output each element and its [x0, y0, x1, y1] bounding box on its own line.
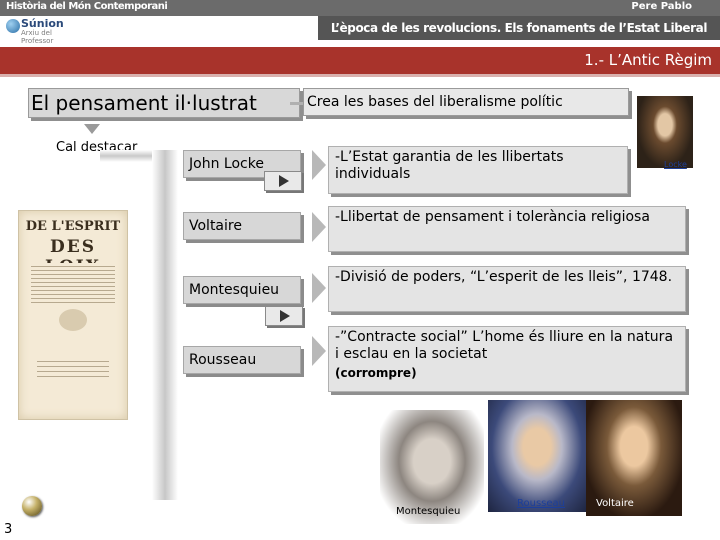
arrow-right-icon [312, 212, 326, 242]
arrow-right-icon [312, 150, 326, 180]
play-icon [280, 310, 290, 322]
thinker-desc-rousseau: -”Contracte social” L’home és lliure en … [328, 326, 686, 392]
play-button-montesquieu[interactable] [265, 306, 303, 326]
book-title-line1: DE L'ESPRIT [25, 219, 121, 234]
thinker-note-rousseau: (corrompre) [335, 366, 417, 380]
heading-box: El pensament il·lustrat [28, 88, 300, 118]
book-image: DE L'ESPRIT DES LOIX [18, 210, 128, 420]
thinker-desc-montesquieu: -Divisió de poders, “L’esperit de les ll… [328, 266, 686, 312]
thinker-name-montesquieu: Montesquieu [183, 276, 301, 304]
heading-connector [290, 102, 304, 105]
nav-sphere-button[interactable] [22, 496, 42, 516]
voltaire-caption: Voltaire [596, 498, 634, 509]
thinker-name-voltaire: Voltaire [183, 212, 301, 240]
vertical-bar [152, 150, 178, 500]
book-imprint-lines [37, 357, 109, 377]
globe-icon [6, 19, 20, 33]
rousseau-portrait [488, 400, 586, 512]
arrow-right-icon [312, 273, 326, 303]
thinker-name-rousseau: Rousseau [183, 346, 301, 374]
book-text-lines [31, 263, 115, 303]
play-button-locke[interactable] [264, 171, 302, 191]
author-name: Pere Pablo [631, 1, 692, 12]
section-band-shadow [0, 74, 720, 77]
thinker-desc-locke: -L’Estat garantia de les llibertats indi… [328, 146, 628, 194]
course-title: Història del Món Contemporani [6, 1, 168, 12]
thinker-desc-rousseau-text: -”Contracte social” L’home és lliure en … [335, 329, 674, 362]
arrow-right-icon [312, 336, 326, 366]
down-arrow-icon [84, 124, 100, 134]
top-bar: Història del Món Contemporani Pere Pablo [0, 0, 720, 16]
book-ornament [59, 309, 87, 331]
montesquieu-caption: Montesquieu [396, 506, 461, 517]
slide-subtitle: L’època de les revolucions. Els fonament… [318, 16, 720, 40]
play-icon [279, 175, 289, 187]
locke-link[interactable]: Locke [664, 160, 687, 169]
thinker-desc-voltaire: -Llibertat de pensament i tolerància rel… [328, 206, 686, 252]
sunion-logo: Súnion Arxiu del Professor [6, 17, 86, 45]
page-number: 3 [4, 522, 13, 537]
section-band: 1.- L’Antic Règim [0, 47, 720, 74]
section-title: 1.- L’Antic Règim [584, 51, 712, 69]
liberalism-box: Crea les bases del liberalisme polític [303, 88, 629, 116]
logo-subtitle: Arxiu del Professor [21, 29, 54, 45]
locke-portrait [637, 96, 693, 168]
rousseau-link[interactable]: Rousseau [517, 498, 565, 509]
